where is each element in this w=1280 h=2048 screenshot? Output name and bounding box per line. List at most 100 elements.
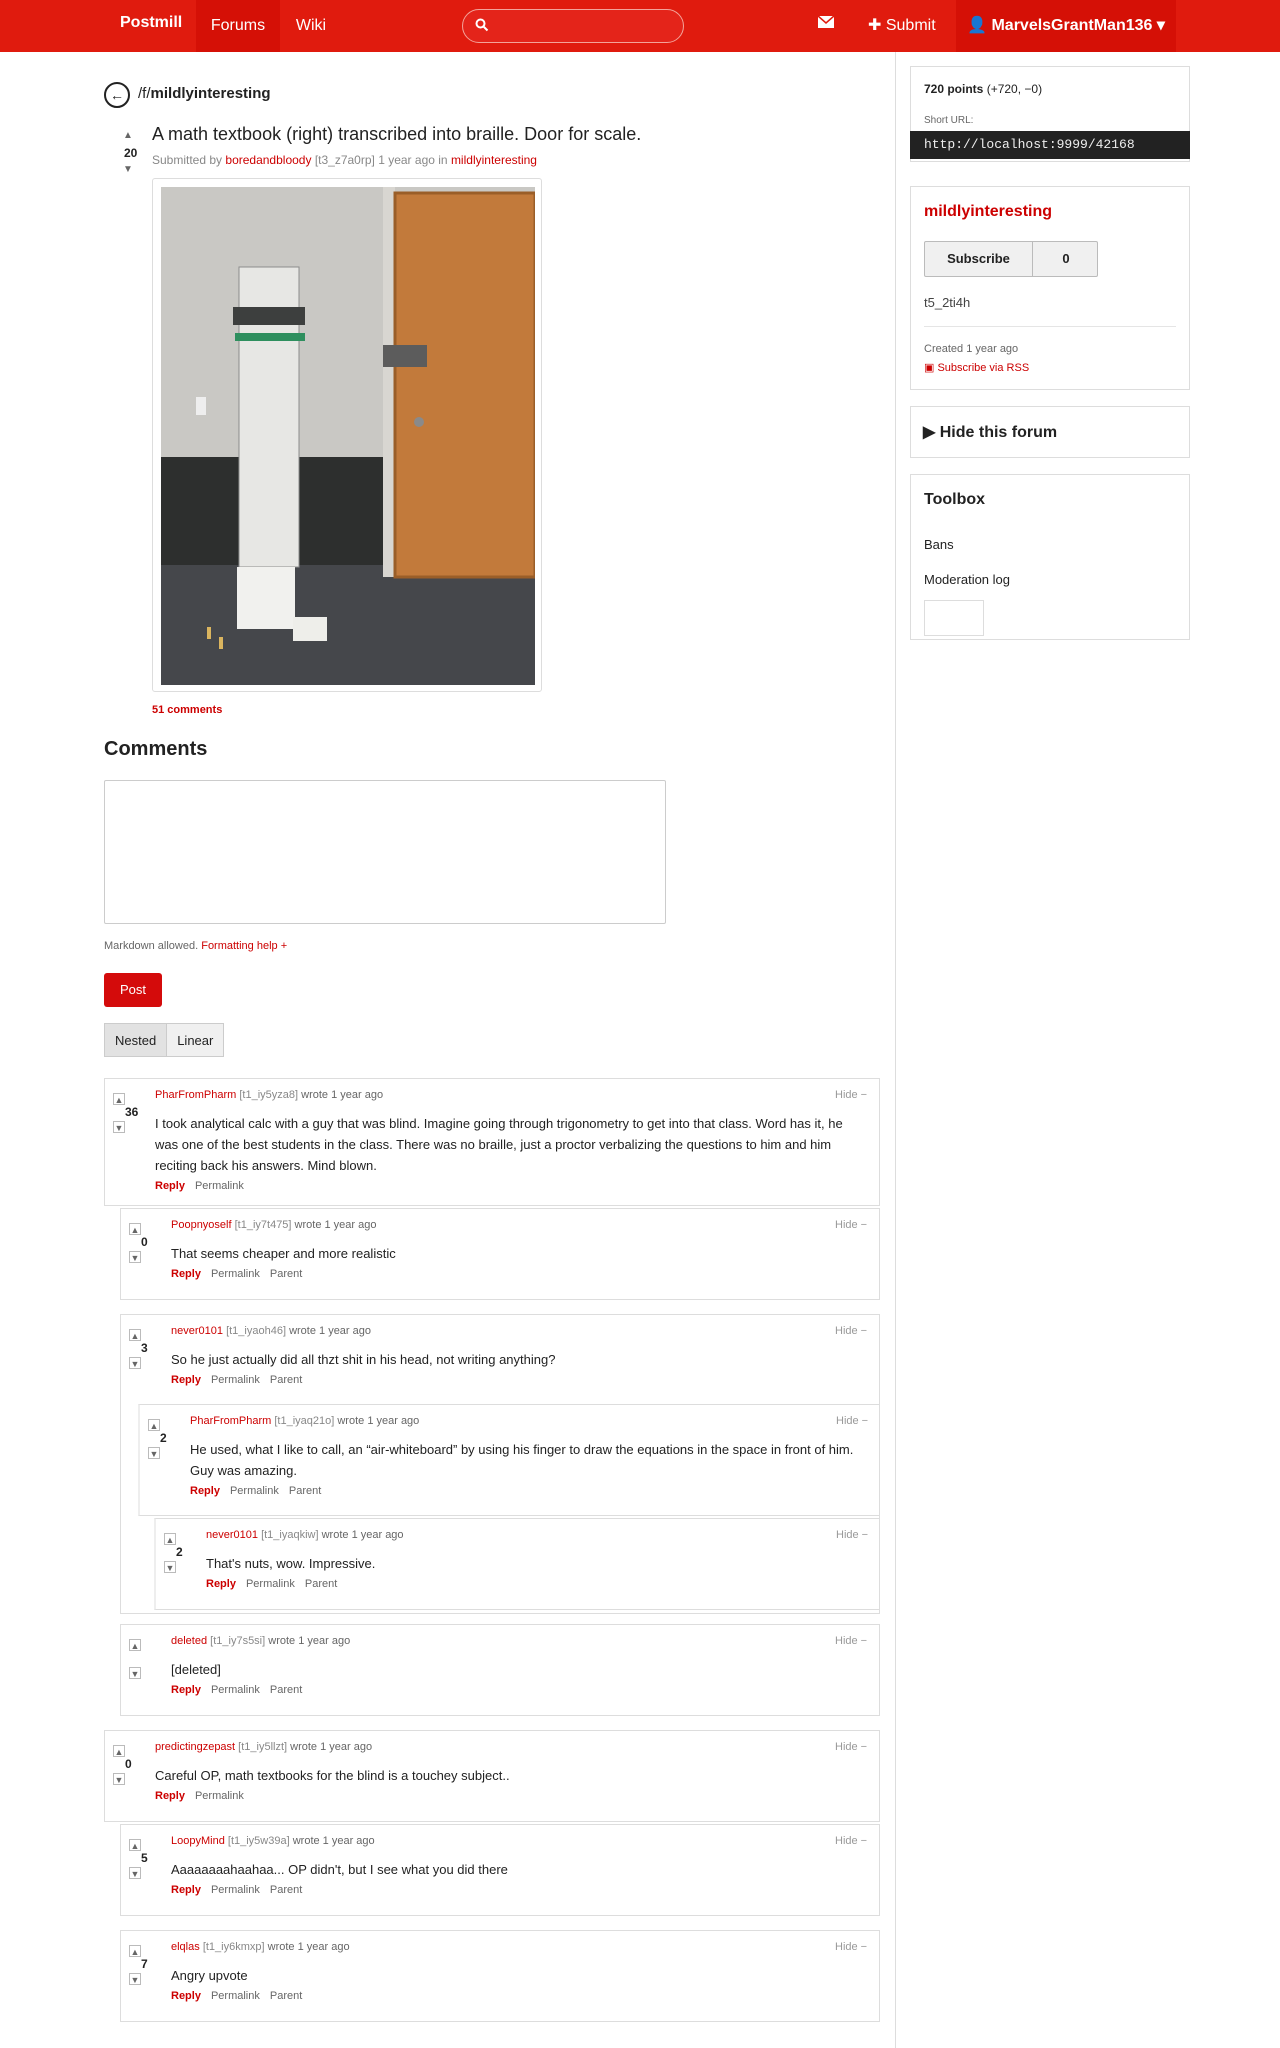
comment-ident: [t1_iy6kmxp] — [202, 1941, 265, 1953]
hide-comment-link[interactable]: Hide − — [835, 1325, 867, 1337]
reply-link[interactable]: Reply — [171, 1374, 201, 1386]
post-title-link[interactable]: A math textbook (right) transcribed into… — [152, 124, 641, 145]
comment-body: [deleted] — [171, 1662, 221, 1677]
upvote-arrow-icon[interactable]: ▲ — [129, 1223, 141, 1235]
comment-time: wrote 1 year ago — [292, 1835, 375, 1847]
comment-author-link[interactable]: never0101 — [206, 1529, 258, 1541]
subscribe-label[interactable]: Subscribe — [925, 242, 1033, 276]
comment-body: Aaaaaaaahaahaa... OP didn't, but I see w… — [171, 1862, 508, 1877]
post-comment-button[interactable]: Post — [104, 973, 162, 1007]
downvote-arrow-icon[interactable]: ▼ — [148, 1447, 160, 1459]
parent-link[interactable]: Parent — [270, 1684, 302, 1696]
downvote-arrow-icon[interactable]: ▼ — [113, 1121, 125, 1133]
upvote-arrow-icon[interactable]: ▲ — [122, 130, 134, 142]
upvote-arrow-icon[interactable]: ▲ — [113, 1093, 125, 1105]
comment-vote-count: 5 — [141, 1851, 148, 1865]
parent-link[interactable]: Parent — [289, 1485, 321, 1497]
parent-link[interactable]: Parent — [270, 1884, 302, 1896]
comment-author-link[interactable]: never0101 — [171, 1325, 223, 1337]
upvote-arrow-icon[interactable]: ▲ — [164, 1533, 176, 1545]
comment-author-link[interactable]: PharFromPharm — [190, 1415, 271, 1427]
search-input[interactable] — [497, 16, 675, 36]
back-arrow-icon[interactable]: ← — [104, 82, 130, 108]
toolbox-modlog-link[interactable]: Moderation log — [910, 563, 1190, 597]
hide-comment-link[interactable]: Hide − — [835, 1741, 867, 1753]
nested-view-button[interactable]: Nested — [104, 1023, 168, 1057]
reply-link[interactable]: Reply — [190, 1485, 220, 1497]
reply-link[interactable]: Reply — [171, 1684, 201, 1696]
comment-view-toggle: Nested Linear — [104, 1023, 225, 1057]
reply-link[interactable]: Reply — [155, 1180, 185, 1192]
permalink-link[interactable]: Permalink — [211, 1990, 260, 2002]
reply-link[interactable]: Reply — [171, 1268, 201, 1280]
site-logo[interactable]: Postmill — [120, 14, 182, 32]
sidebar-forum-link[interactable]: mildlyinteresting — [924, 203, 1052, 221]
hide-comment-link[interactable]: Hide − — [835, 1941, 867, 1953]
hide-comment-link[interactable]: Hide − — [835, 1835, 867, 1847]
forum-breadcrumb-name: mildlyinteresting — [150, 85, 271, 102]
permalink-link[interactable]: Permalink — [230, 1485, 279, 1497]
downvote-arrow-icon[interactable]: ▼ — [129, 1251, 141, 1263]
hide-comment-link[interactable]: Hide − — [836, 1415, 868, 1427]
nav-wiki[interactable]: Wiki — [282, 0, 340, 52]
upvote-arrow-icon[interactable]: ▲ — [129, 1329, 141, 1341]
downvote-arrow-icon[interactable]: ▼ — [113, 1773, 125, 1785]
comment-author-link[interactable]: LoopyMind — [171, 1835, 225, 1847]
hide-comment-link[interactable]: Hide − — [835, 1635, 867, 1647]
reply-link[interactable]: Reply — [155, 1790, 185, 1802]
downvote-arrow-icon[interactable]: ▼ — [164, 1561, 176, 1573]
reply-link[interactable]: Reply — [206, 1578, 236, 1590]
hide-comment-link[interactable]: Hide − — [835, 1219, 867, 1231]
parent-link[interactable]: Parent — [270, 1374, 302, 1386]
subscribe-button[interactable]: Subscribe 0 — [924, 241, 1098, 277]
short-url-box[interactable]: http://localhost:9999/42168 — [910, 131, 1190, 159]
downvote-arrow-icon[interactable]: ▼ — [122, 164, 134, 176]
post-author-link[interactable]: boredandbloody — [225, 153, 311, 167]
permalink-link[interactable]: Permalink — [195, 1180, 244, 1192]
toolbox-bans-link[interactable]: Bans — [910, 528, 1190, 562]
subscribe-rss-link[interactable]: ▣ Subscribe via RSS — [924, 361, 1029, 374]
permalink-link[interactable]: Permalink — [211, 1374, 260, 1386]
forum-breadcrumb[interactable]: /f/mildlyinteresting — [138, 85, 271, 102]
hide-comment-link[interactable]: Hide − — [835, 1089, 867, 1101]
comment-author-link[interactable]: PharFromPharm — [155, 1089, 236, 1101]
reply-link[interactable]: Reply — [171, 1990, 201, 2002]
parent-link[interactable]: Parent — [270, 1990, 302, 2002]
comment-author-link[interactable]: elqlas — [171, 1941, 200, 1953]
permalink-link[interactable]: Permalink — [211, 1684, 260, 1696]
upvote-arrow-icon[interactable]: ▲ — [129, 1639, 141, 1651]
permalink-link[interactable]: Permalink — [195, 1790, 244, 1802]
upvote-arrow-icon[interactable]: ▲ — [129, 1945, 141, 1957]
submit-link[interactable]: ✚ Submit — [868, 15, 936, 35]
envelope-icon[interactable] — [817, 15, 836, 33]
downvote-arrow-icon[interactable]: ▼ — [129, 1973, 141, 1985]
formatting-help-link[interactable]: Formatting help + — [201, 940, 287, 952]
comment-author-link[interactable]: deleted — [171, 1635, 207, 1647]
hide-comment-link[interactable]: Hide − — [836, 1529, 868, 1541]
nav-forums[interactable]: Forums — [196, 0, 280, 52]
hide-forum-toggle[interactable]: ▶ Hide this forum — [910, 406, 1190, 458]
downvote-arrow-icon[interactable]: ▼ — [129, 1357, 141, 1369]
permalink-link[interactable]: Permalink — [211, 1884, 260, 1896]
upvote-arrow-icon[interactable]: ▲ — [148, 1419, 160, 1431]
parent-link[interactable]: Parent — [270, 1268, 302, 1280]
linear-view-button[interactable]: Linear — [166, 1023, 225, 1057]
comment-textarea[interactable] — [104, 780, 666, 924]
parent-link[interactable]: Parent — [305, 1578, 337, 1590]
user-menu-dropdown[interactable]: 👤 MarvelsGrantMan136 ▾ — [956, 0, 1176, 52]
post-forum-link[interactable]: mildlyinteresting — [451, 153, 537, 167]
downvote-arrow-icon[interactable]: ▼ — [129, 1667, 141, 1679]
comment-author-link[interactable]: predictingzepast — [155, 1741, 235, 1753]
comment-ident: [t1_iy5w39a] — [227, 1835, 290, 1847]
upvote-arrow-icon[interactable]: ▲ — [113, 1745, 125, 1757]
comment-author-link[interactable]: Poopnyoself — [171, 1219, 232, 1231]
search-box[interactable] — [462, 9, 684, 43]
upvote-arrow-icon[interactable]: ▲ — [129, 1839, 141, 1851]
toolbox-extra-item[interactable] — [924, 600, 984, 636]
reply-link[interactable]: Reply — [171, 1884, 201, 1896]
permalink-link[interactable]: Permalink — [211, 1268, 260, 1280]
permalink-link[interactable]: Permalink — [246, 1578, 295, 1590]
comments-count-link[interactable]: 51 comments — [152, 704, 222, 716]
post-image-link[interactable] — [152, 178, 542, 692]
downvote-arrow-icon[interactable]: ▼ — [129, 1867, 141, 1879]
